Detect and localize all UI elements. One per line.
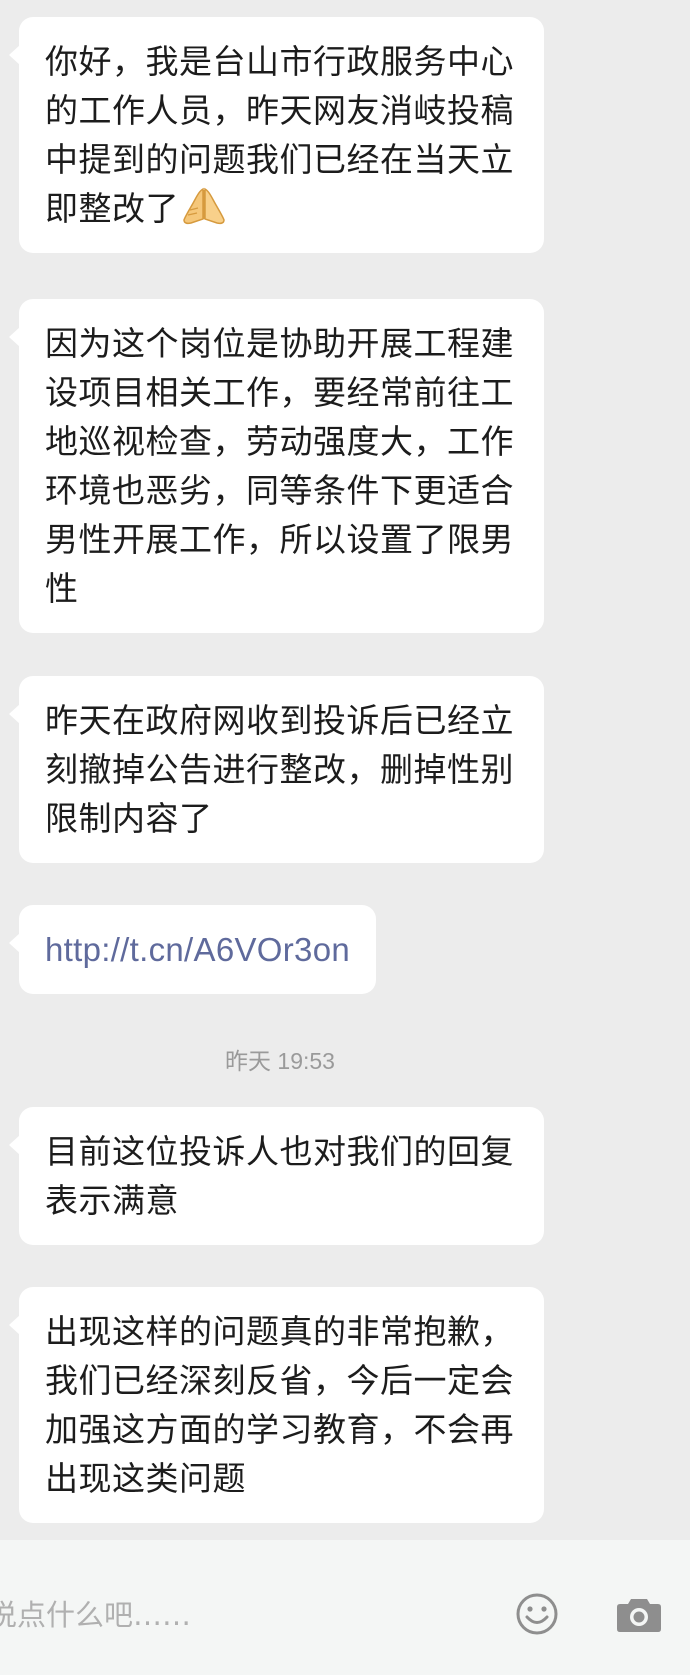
chat-message-list[interactable]: 你好，我是台山市行政服务中心的工作人员，昨天网友消岐投稿中提到的问题我们已经在当… (0, 0, 690, 1540)
message-timestamp: 昨天 19:53 (225, 1048, 335, 1074)
message-input-bar (0, 1540, 690, 1675)
message-input[interactable] (0, 1592, 470, 1638)
message-bubble[interactable]: 出现这样的问题真的非常抱歉，我们已经深刻反省，今后一定会加强这方面的学习教育，不… (9, 1287, 544, 1523)
emoji-button[interactable] (513, 1590, 561, 1638)
camera-icon (615, 1590, 663, 1638)
message-text: 你好，我是台山市行政服务中心的工作人员，昨天网友消岐投稿中提到的问题我们已经在当… (45, 42, 514, 228)
link-message-bubble[interactable]: http://t.cn/A6VOr3on (9, 905, 376, 994)
message-bubble[interactable]: 昨天在政府网收到投诉后已经立刻撤掉公告进行整改，删掉性别限制内容了 (9, 676, 544, 863)
camera-button[interactable] (615, 1590, 663, 1638)
message-text: 昨天在政府网收到投诉后已经立刻撤掉公告进行整改，删掉性别限制内容了 (45, 701, 514, 838)
message-text: 出现这样的问题真的非常抱歉，我们已经深刻反省，今后一定会加强这方面的学习教育，不… (45, 1312, 514, 1498)
message-text: 因为这个岗位是协助开展工程建设项目相关工作，要经常前往工地巡视检查，劳动强度大，… (45, 324, 514, 608)
message-bubble[interactable]: 你好，我是台山市行政服务中心的工作人员，昨天网友消岐投稿中提到的问题我们已经在当… (9, 17, 544, 253)
smiley-face-icon (513, 1590, 561, 1638)
message-bubble[interactable]: 目前这位投诉人也对我们的回复表示满意 (9, 1107, 544, 1245)
message-text: 目前这位投诉人也对我们的回复表示满意 (45, 1132, 514, 1220)
message-bubble[interactable]: 因为这个岗位是协助开展工程建设项目相关工作，要经常前往工地巡视检查，劳动强度大，… (9, 299, 544, 633)
folded-hands-emoji-icon (181, 186, 227, 226)
message-link[interactable]: http://t.cn/A6VOr3on (45, 931, 350, 968)
